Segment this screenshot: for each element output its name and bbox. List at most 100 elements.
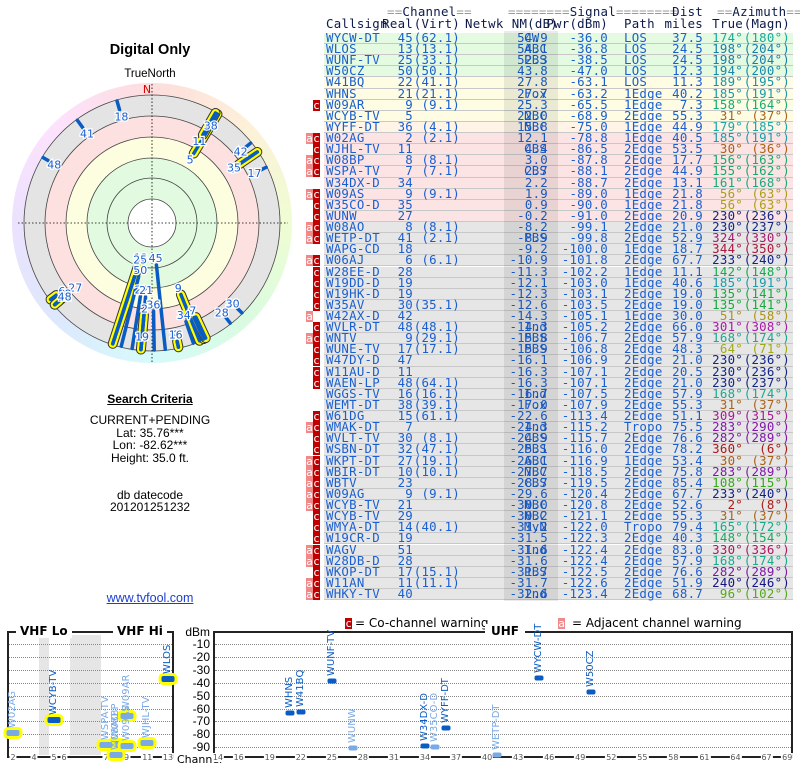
station-marker[interactable] [430, 744, 440, 750]
virt-cell: (7.1) [421, 163, 460, 179]
station-marker[interactable] [6, 729, 20, 736]
table-row[interactable]: WHKY-TV 40 Ind -32.6 -123.4 2Edge 68.7 96° (102°… [324, 586, 793, 601]
station-marker[interactable] [285, 710, 295, 716]
station-marker[interactable] [47, 716, 61, 723]
adjacent-legend: = Adjacent channel warning [572, 616, 742, 630]
virt-cell: (11.1) [413, 574, 460, 590]
channel-tick: 58 [667, 753, 680, 762]
station-marker[interactable] [348, 745, 358, 751]
channel-tick: 46 [543, 753, 556, 762]
uhf-label: UHF [485, 624, 525, 638]
magn-heading: (Magn) [743, 16, 790, 31]
channel-tick: 19 [263, 753, 276, 762]
co-channel-warning-badge: c [313, 354, 320, 368]
station-marker[interactable] [534, 675, 544, 681]
dbm-tick: -80 [192, 727, 210, 742]
netwk-heading: Netwk [465, 16, 504, 31]
gridline [215, 721, 791, 723]
channel-tick: 34 [418, 753, 432, 762]
station-marker[interactable] [140, 739, 154, 746]
vhf-lo-label: VHF Lo [16, 624, 72, 638]
adjacent-channel-warning-badge: a [306, 310, 313, 323]
station-marker[interactable] [441, 725, 451, 731]
station-marker-label: W35CO-D [429, 693, 441, 743]
co-channel-warning-badge: c [313, 298, 320, 312]
path-cell: 2Edge [624, 586, 663, 601]
channel-tick: 4 [30, 753, 38, 762]
station-marker-label: WUNW [346, 708, 358, 744]
channel-tick: 37 [449, 753, 463, 762]
vhf-hi-label: VHF Hi [113, 624, 167, 638]
station-marker-label: WLOS [162, 644, 173, 674]
co-channel-warning-badge: c [313, 454, 320, 468]
channel-tick: 55 [636, 753, 649, 762]
co-channel-warning-badge: c [313, 554, 320, 568]
co-channel-warning-badge: c [313, 254, 320, 268]
channel-tick: 5 [50, 753, 58, 762]
station-marker[interactable] [492, 752, 502, 758]
dbm-tick: -30 [192, 662, 210, 677]
channel-tick: 13 [161, 753, 175, 762]
co-channel-legend-badge: c [345, 617, 352, 630]
adjacent-channel-warning-badge: a [306, 421, 313, 435]
adjacent-channel-warning-badge: a [306, 132, 313, 146]
nm-cell: -32.6 [509, 586, 548, 601]
station-marker[interactable] [327, 678, 337, 684]
channel-tick: 7 [102, 753, 110, 762]
dbm-tick: -10 [192, 637, 210, 651]
virt-cell: (6.1) [421, 252, 460, 268]
dbm-tick: -90 [192, 740, 210, 755]
station-marker-label: WJHL-TV [141, 696, 153, 738]
station-marker-label: WUNF-TV [325, 629, 337, 676]
station-marker-label: WYCW-DT [532, 623, 544, 673]
co-channel-warning-badge: c [313, 443, 320, 457]
adjacent-channel-warning-badge: a [306, 332, 313, 346]
dbm-tick: -50 [192, 688, 210, 703]
station-marker[interactable] [296, 709, 306, 715]
dbm-tick: -60 [192, 701, 210, 716]
station-marker[interactable] [109, 752, 123, 758]
dbm-tick: -20 [192, 649, 210, 664]
gridline [215, 644, 791, 645]
co-channel-warning-badge: c [313, 532, 320, 546]
real-cell: 40 [397, 586, 413, 601]
adjacent-channel-warning-badge: a [306, 454, 313, 468]
miles-heading: miles [664, 16, 703, 31]
channel-tick: 67 [760, 753, 773, 762]
station-marker-label: W09AS [120, 705, 132, 741]
virt-cell: (40.1) [413, 519, 460, 535]
channel-tick: 61 [698, 753, 711, 762]
station-marker[interactable] [120, 742, 134, 749]
co-channel-warning-badge: c [313, 165, 320, 179]
adjacent-channel-warning-badge: a [306, 554, 313, 568]
station-marker-label: WHNS [284, 676, 296, 708]
station-marker-label: WCYB-TV [48, 669, 59, 715]
path-heading: Path [624, 16, 655, 31]
virt-cell: (35.1) [413, 296, 460, 312]
channel-tick: 31 [387, 753, 401, 762]
adjacent-channel-warning-badge: a [306, 187, 313, 201]
adjacent-legend-badge: a [558, 617, 565, 630]
station-marker-label: W08AO [110, 712, 122, 750]
adjacent-channel-warning-badge: a [306, 543, 313, 557]
adjacent-channel-warning-badge: a [306, 588, 313, 601]
station-marker[interactable] [420, 743, 430, 749]
co-channel-warning-badge: c [313, 98, 320, 112]
station-marker-label: W02AG [7, 690, 18, 728]
station-marker-label: W41BQ [294, 670, 306, 708]
virt-cell: (2.1) [421, 130, 460, 146]
virt-cell: (9.1) [421, 485, 460, 501]
table-row[interactable]: W09AG 9 (9.1) -29.6 -120.4 2Edge 67.7 233° (240°… [324, 485, 793, 501]
channel-tick: 69 [781, 753, 794, 762]
gridline [9, 669, 172, 671]
station-marker[interactable] [161, 675, 175, 682]
pwr-cell: -123.4 [561, 586, 608, 601]
channel-tick: 64 [729, 753, 742, 762]
true-cell: 96° [719, 586, 743, 601]
co-channel-warning-badge: c [313, 588, 320, 601]
co-channel-warning-badge: c [313, 365, 320, 379]
station-marker[interactable] [586, 689, 596, 695]
channel-tick: 16 [232, 753, 245, 762]
adjacent-channel-warning-badge: a [306, 254, 313, 268]
channel-tick: 52 [605, 753, 618, 762]
